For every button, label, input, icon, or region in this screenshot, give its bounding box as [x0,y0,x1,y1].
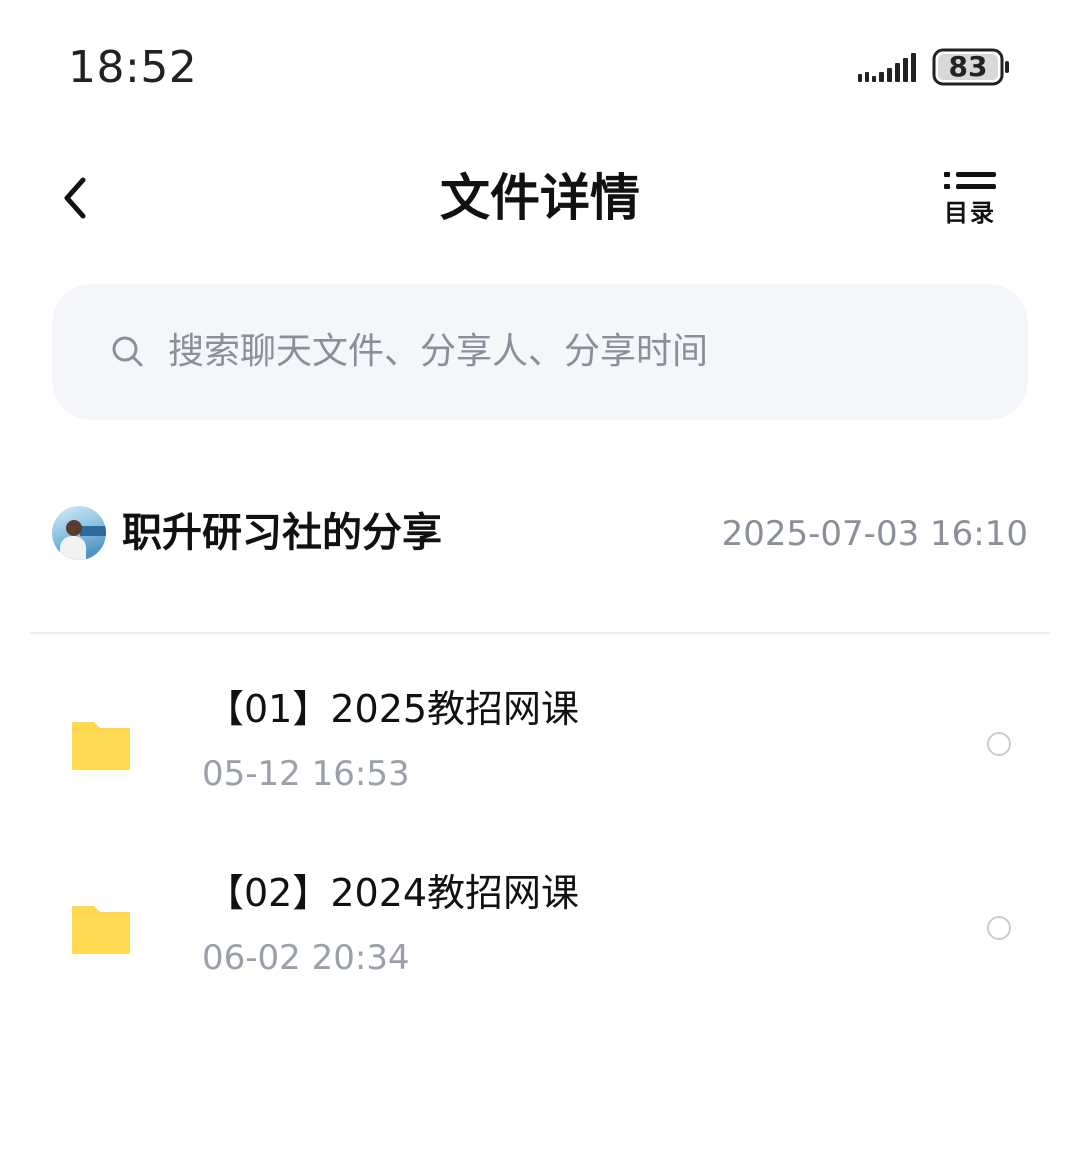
file-name: 【01】2025教招网课 [206,687,580,731]
share-title: 职升研习社的分享 [122,510,442,556]
file-time: 06-02 20:34 [202,938,410,978]
select-checkbox[interactable] [987,732,1011,756]
page-title: 文件详情 [440,169,640,227]
chevron-left-icon [64,177,86,219]
toc-button[interactable]: 目录 [930,166,1010,236]
search-placeholder: 搜索聊天文件、分享人、分享时间 [168,331,709,372]
avatar[interactable] [52,506,106,560]
file-item[interactable]: 【02】2024教招网课 06-02 20:34 [0,840,1080,1010]
search-icon [112,336,143,367]
back-button[interactable] [44,166,104,230]
select-checkbox[interactable] [987,916,1011,940]
list-icon [944,172,996,189]
toc-label: 目录 [944,199,996,227]
folder-icon [72,722,130,770]
file-item[interactable]: 【01】2025教招网课 05-12 16:53 [0,656,1080,826]
status-bar: 18:52 83 [0,0,1080,130]
share-time: 2025-07-03 16:10 [721,514,1028,554]
search-input[interactable]: 搜索聊天文件、分享人、分享时间 [52,284,1028,420]
file-time: 05-12 16:53 [202,754,410,794]
battery-level: 83 [948,50,988,83]
file-name: 【02】2024教招网课 [206,871,580,915]
folder-icon [72,906,130,954]
divider [30,632,1050,634]
signal-bars-icon [858,53,916,82]
status-time: 18:52 [68,42,198,93]
share-header: 职升研习社的分享 2025-07-03 16:10 [0,480,1080,590]
